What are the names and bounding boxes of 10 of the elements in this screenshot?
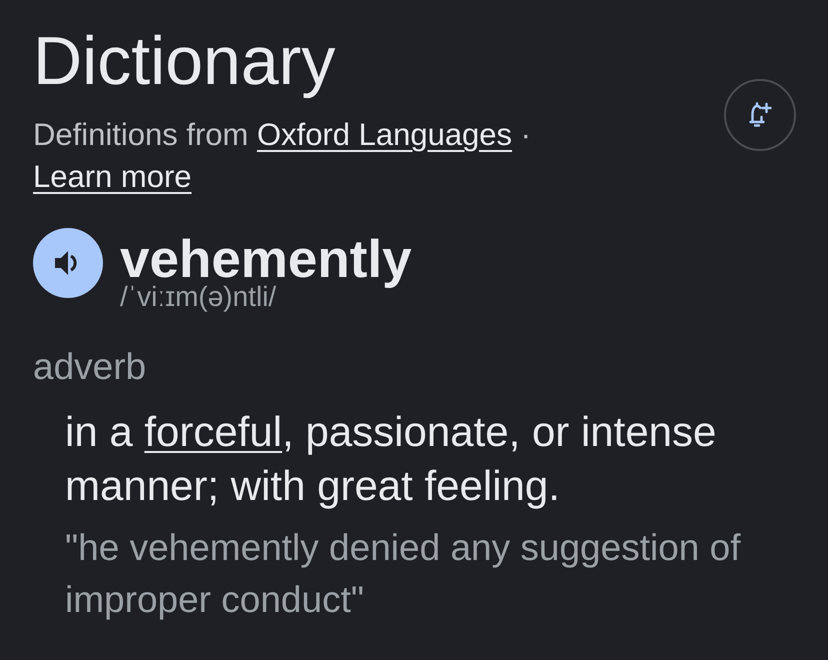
source-link[interactable]: Oxford Languages bbox=[256, 117, 512, 152]
word-link[interactable]: forceful bbox=[144, 408, 282, 455]
dictionary-title: Dictionary bbox=[33, 22, 336, 100]
add-alert-button[interactable] bbox=[724, 79, 796, 151]
definition-text: in a forceful, passionate, or intense manner; with great feeling. bbox=[65, 407, 718, 511]
source-attribution: Definitions from Oxford Languages · Learn more bbox=[33, 116, 532, 196]
part-of-speech: adverb bbox=[33, 345, 148, 389]
bell-plus-icon bbox=[747, 101, 773, 129]
source-link[interactable]: Learn more bbox=[33, 159, 192, 194]
example-sentence: "he vehemently denied any suggestion of improper conduct" bbox=[65, 526, 742, 622]
